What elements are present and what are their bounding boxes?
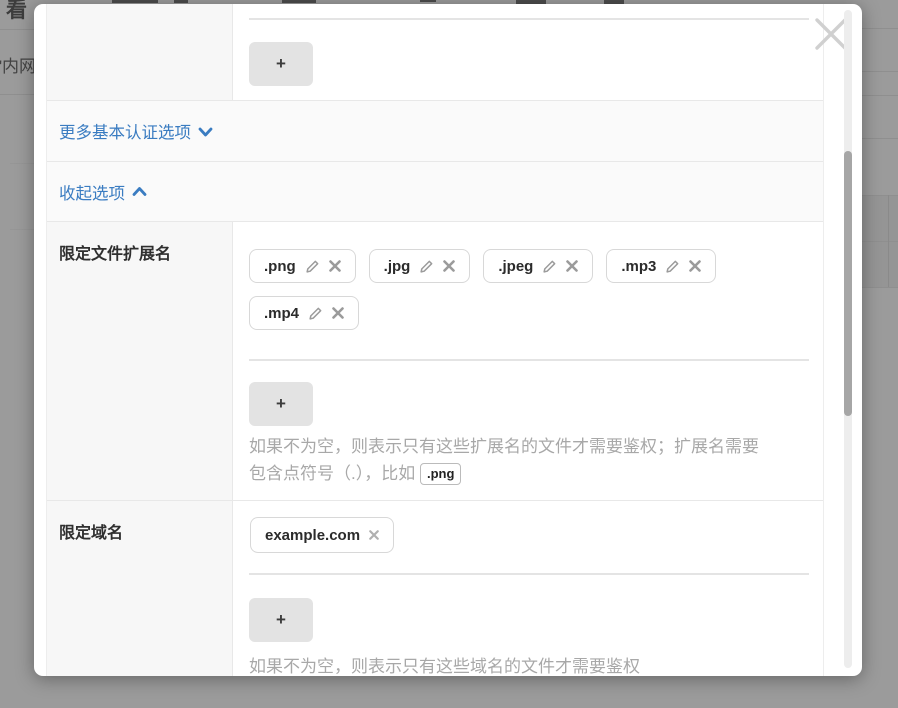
collapse-options-label: 收起选项 (59, 180, 125, 204)
background-table-line (862, 241, 898, 242)
field-label-cell (47, 4, 233, 100)
domain-tag: example.com (250, 517, 394, 553)
field-help-text: 如果不为空，则表示只有这些扩展名的文件才需要鉴权；扩展名需要 包含点符号（.），… (249, 433, 823, 487)
more-auth-options-link[interactable]: 更多基本认证选项 (59, 119, 213, 143)
help-line-2: 包含点符号（.），比如 (249, 464, 415, 483)
remove-icon[interactable] (329, 260, 341, 272)
scrollbar-thumb[interactable] (844, 151, 852, 416)
screen: 看 "内网 + (0, 0, 898, 708)
background-table-line (10, 229, 34, 230)
background-table-line (0, 94, 34, 95)
form-row-partial: + (47, 4, 823, 101)
tag-label: .mp4 (264, 305, 299, 322)
remove-icon[interactable] (369, 530, 379, 540)
help-line-1: 如果不为空，则表示只有这些扩展名的文件才需要鉴权；扩展名需要 (249, 437, 759, 456)
background-table-line (0, 29, 34, 30)
extension-tag: .jpeg (483, 249, 593, 283)
background-table-line (862, 195, 898, 196)
form-row-collapse: 收起选项 (47, 162, 823, 222)
more-auth-options-label: 更多基本认证选项 (59, 119, 191, 143)
background-table-line (862, 287, 898, 288)
field-help-text: 如果不为空，则表示只有这些域名的文件才需要鉴权 (249, 653, 823, 676)
background-text-fragment (112, 0, 158, 3)
background-text-fragment: 看 (6, 0, 27, 24)
form-rows: + 更多基本认证选项 收起选项 (46, 4, 824, 676)
divider (249, 359, 809, 361)
field-label-cell: 限定文件扩展名 (47, 222, 233, 500)
field-label: 限定域名 (59, 525, 123, 542)
chevron-up-icon (132, 185, 147, 198)
add-domain-button[interactable]: + (249, 598, 313, 642)
extension-tag: .png (249, 249, 356, 283)
tag-label: .jpeg (498, 258, 533, 275)
background-text-fragment (420, 0, 436, 2)
divider (249, 573, 809, 575)
collapse-options-link[interactable]: 收起选项 (59, 180, 147, 204)
extension-tag: .jpg (369, 249, 471, 283)
extension-tag: .mp3 (606, 249, 716, 283)
form-row-file-extensions: 限定文件扩展名 .png .jpg (47, 222, 823, 501)
tag-label: example.com (265, 527, 360, 544)
form-row-more-auth: 更多基本认证选项 (47, 101, 823, 162)
tag-label: .mp3 (621, 258, 656, 275)
background-text-fragment (174, 0, 188, 3)
chevron-down-icon (198, 125, 213, 138)
tag-row: example.com (250, 517, 394, 553)
tag-label: .png (264, 258, 296, 275)
remove-icon[interactable] (443, 260, 455, 272)
remove-icon[interactable] (332, 307, 344, 319)
add-item-button[interactable]: + (249, 42, 313, 86)
background-text-fragment: "内网 (0, 52, 36, 77)
edit-icon[interactable] (308, 306, 323, 321)
remove-icon[interactable] (689, 260, 701, 272)
field-label-cell: 限定域名 (47, 501, 233, 676)
background-table-line (862, 71, 898, 72)
help-line-1: 如果不为空，则表示只有这些域名的文件才需要鉴权 (249, 657, 640, 676)
edit-icon[interactable] (305, 259, 320, 274)
edit-icon[interactable] (542, 259, 557, 274)
background-table-line (862, 28, 898, 29)
background-table-line (862, 95, 898, 96)
remove-icon[interactable] (566, 260, 578, 272)
edit-icon[interactable] (665, 259, 680, 274)
background-table-line (10, 163, 34, 164)
add-extension-button[interactable]: + (249, 382, 313, 426)
background-text-fragment (282, 0, 316, 3)
background-table-line (862, 138, 898, 139)
tag-row: .mp4 (249, 296, 359, 330)
help-code-chip: .png (420, 463, 461, 485)
form-row-domains: 限定域名 example.com + 如果不为空，则表示只有这些域名的文件才需要… (47, 501, 823, 676)
tag-row: .png .jpg (249, 249, 716, 283)
modal-dialog: + 更多基本认证选项 收起选项 (34, 4, 862, 676)
field-label: 限定文件扩展名 (59, 246, 171, 263)
edit-icon[interactable] (419, 259, 434, 274)
divider (249, 18, 809, 20)
background-table-line (888, 195, 889, 287)
extension-tag: .mp4 (249, 296, 359, 330)
tag-label: .jpg (384, 258, 411, 275)
